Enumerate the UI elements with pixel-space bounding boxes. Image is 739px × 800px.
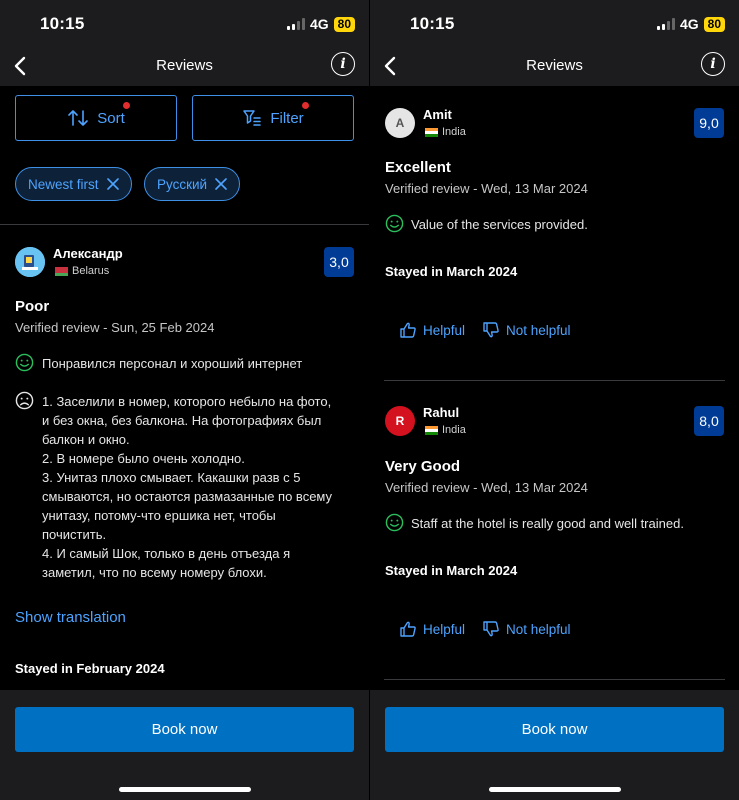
home-indicator	[118, 787, 251, 792]
review-score: 9,0	[694, 108, 724, 138]
smile-icon	[385, 214, 404, 233]
review-score: 3,0	[324, 247, 354, 277]
signal-icon	[656, 18, 675, 30]
info-icon[interactable]: i	[331, 52, 355, 76]
review-title: Excellent	[385, 159, 451, 176]
reviewer-name: Amit	[423, 107, 452, 122]
book-now-button[interactable]: Book now	[385, 707, 724, 752]
reviewer-country: India	[425, 126, 466, 138]
nav-bar: Reviews i	[370, 48, 739, 86]
bottom-bar: Book now	[0, 690, 369, 800]
reviewer-name: Александр	[53, 246, 123, 261]
filter-icon	[243, 110, 262, 126]
stay-date: Stayed in March 2024	[385, 264, 518, 279]
nav-bar: Reviews i	[0, 48, 369, 86]
info-icon[interactable]: i	[701, 52, 725, 76]
review-negative: 1. Заселили в номер, которого небыло на …	[42, 394, 333, 580]
bottom-bar: Book now	[370, 690, 739, 800]
divider	[0, 224, 369, 225]
chip-language[interactable]: Русский	[144, 167, 241, 201]
user-avatar-image	[15, 247, 45, 277]
show-translation-link[interactable]: Show translation	[15, 609, 126, 626]
thumbs-up-icon	[400, 322, 416, 338]
filter-active-dot	[302, 102, 309, 109]
not-helpful-button[interactable]: Not helpful	[482, 321, 571, 339]
network-type: 4G	[679, 16, 699, 32]
thumbs-down-icon	[483, 621, 499, 637]
stay-date: Stayed in March 2024	[385, 563, 518, 578]
review-title: Poor	[15, 298, 50, 315]
network-type: 4G	[309, 16, 329, 32]
status-bar: 10:15 4G 80	[370, 0, 739, 48]
review-date: Verified review - Sun, 25 Feb 2024	[15, 320, 215, 335]
status-bar: 10:15 4G 80	[0, 0, 369, 48]
smile-icon	[385, 513, 404, 532]
signal-icon	[286, 18, 305, 30]
review-date: Verified review - Wed, 13 Mar 2024	[385, 181, 588, 196]
sort-button[interactable]: Sort	[15, 95, 177, 141]
reviewer-country: Belarus	[55, 265, 109, 277]
avatar: R	[385, 406, 415, 436]
india-flag-icon	[425, 127, 438, 137]
chip-newest-first[interactable]: Newest first	[15, 167, 132, 201]
sort-active-dot	[123, 102, 130, 109]
review-title: Very Good	[385, 458, 461, 475]
filter-button[interactable]: Filter	[192, 95, 354, 141]
not-helpful-button[interactable]: Not helpful	[482, 620, 571, 638]
reviewer-country: India	[425, 424, 466, 436]
page-title: Reviews	[156, 57, 213, 74]
avatar	[15, 247, 45, 277]
review-positive: Понравился персонал и хороший интернет	[42, 356, 303, 371]
india-flag-icon	[425, 425, 438, 435]
helpful-button[interactable]: Helpful	[399, 620, 465, 638]
chip-label: Newest first	[28, 176, 99, 192]
battery-indicator: 80	[703, 16, 725, 32]
close-icon[interactable]	[215, 178, 227, 190]
page-title: Reviews	[526, 57, 583, 74]
divider	[384, 380, 725, 381]
status-time: 10:15	[410, 14, 455, 33]
belarus-flag-icon	[55, 266, 68, 276]
avatar: A	[385, 108, 415, 138]
home-indicator	[488, 787, 621, 792]
thumbs-down-icon	[483, 322, 499, 338]
divider	[384, 679, 725, 680]
sort-icon	[68, 110, 89, 126]
review-positive: Staff at the hotel is really good and we…	[411, 516, 684, 531]
battery-indicator: 80	[333, 16, 355, 32]
helpful-button[interactable]: Helpful	[399, 321, 465, 339]
book-now-button[interactable]: Book now	[15, 707, 354, 752]
right-screen: 10:15 4G 80 Reviews i A Amit India 9,0 E…	[370, 0, 739, 800]
close-icon[interactable]	[106, 178, 119, 190]
frown-icon	[15, 391, 34, 410]
reviewer-name: Rahul	[423, 405, 460, 420]
sort-label: Sort	[97, 109, 125, 127]
review-positive: Value of the services provided.	[411, 217, 588, 232]
chip-label: Русский	[157, 176, 208, 192]
review-score: 8,0	[694, 406, 724, 436]
review-date: Verified review - Wed, 13 Mar 2024	[385, 480, 588, 495]
left-screen: 10:15 4G 80 Reviews i Sort Filter Newest…	[0, 0, 369, 800]
smile-icon	[15, 353, 34, 372]
status-time: 10:15	[40, 14, 85, 33]
filter-label: Filter	[270, 109, 304, 127]
thumbs-up-icon	[400, 621, 416, 637]
stay-date: Stayed in February 2024	[15, 661, 165, 676]
